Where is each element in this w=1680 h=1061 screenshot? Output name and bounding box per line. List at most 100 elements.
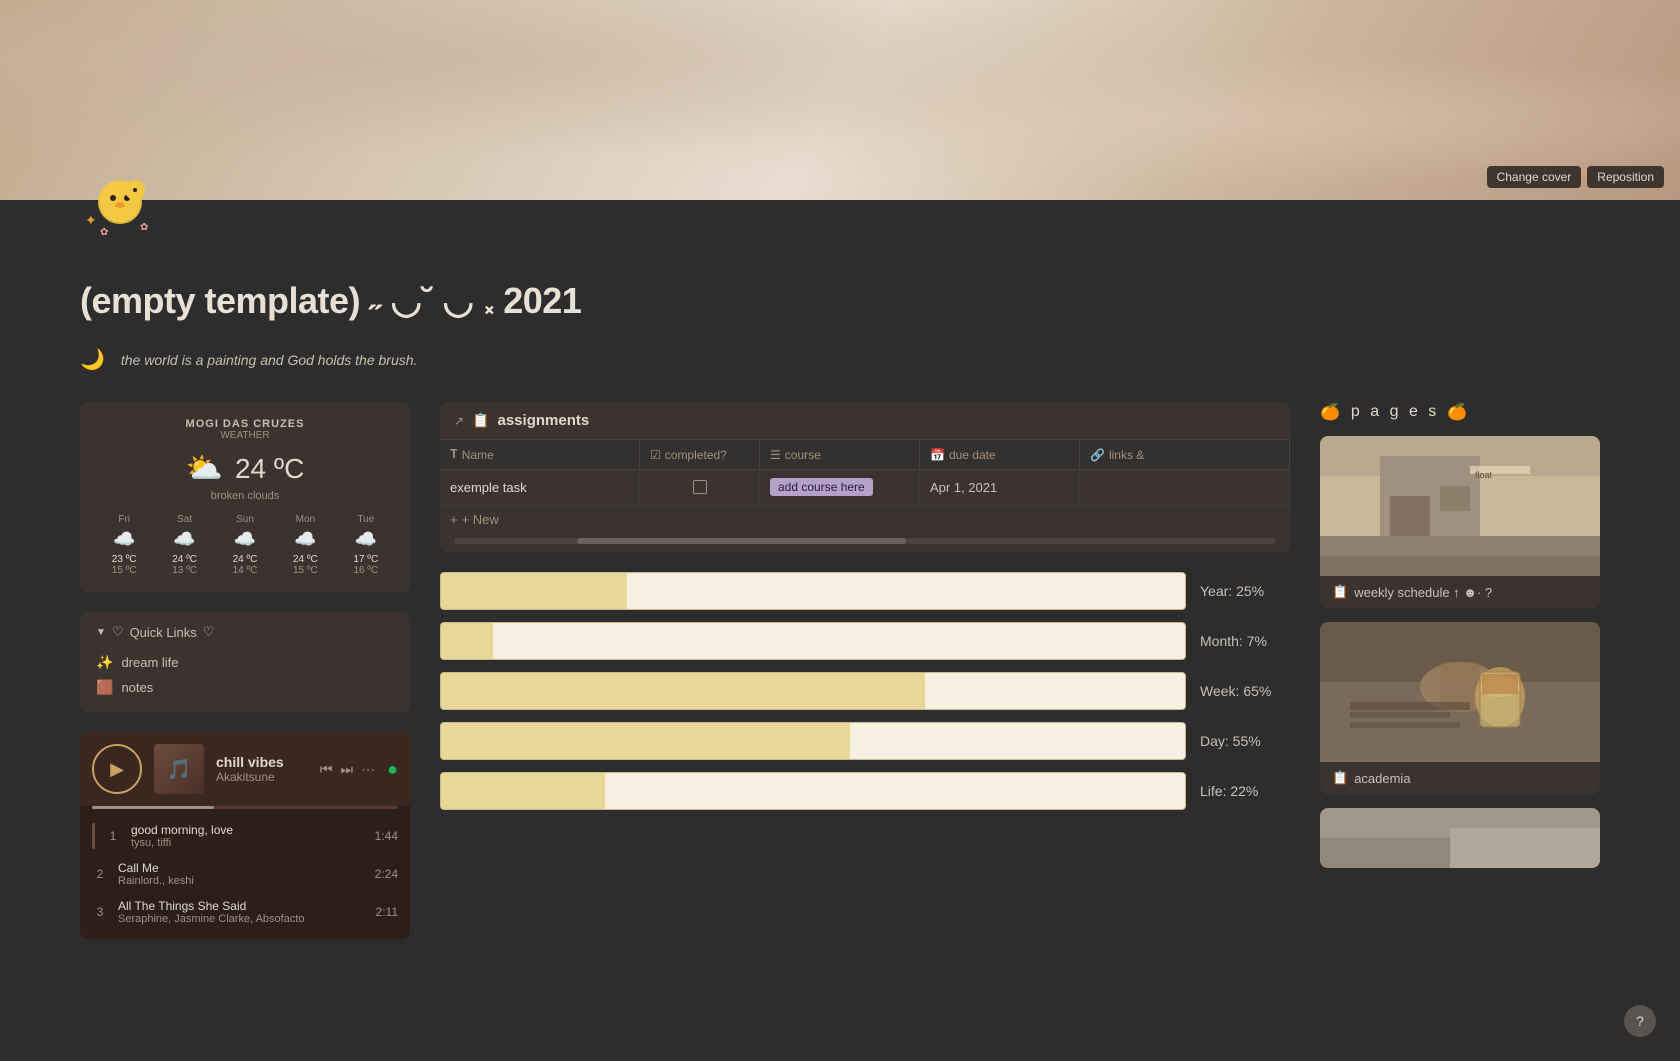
track-artist-3: Seraphine, Jasmine Clarke, Absofacto <box>118 913 366 925</box>
task-name-cell[interactable]: exemple task <box>440 470 640 504</box>
page-icon-area: ✦ ✿ ✿ <box>0 200 1680 260</box>
music-playlist-name: chill vibes <box>216 754 308 770</box>
task-checkbox[interactable] <box>693 480 707 494</box>
music-next-button[interactable]: ⏭ <box>341 761 354 778</box>
quick-links-heart-icon: ♡ <box>112 624 124 640</box>
track-artist-2: Rainlord., keshi <box>118 875 365 887</box>
table-scrollbar-thumb <box>577 538 906 544</box>
weather-label: WEATHER <box>96 430 394 441</box>
page-card-books[interactable]: 📋 academia <box>1320 622 1600 794</box>
track-row-2[interactable]: 2 Call Me Rainlord., keshi 2:24 <box>80 855 410 893</box>
progress-bar-week-bg <box>440 672 1186 710</box>
page-card-third-image <box>1320 808 1600 868</box>
track-duration-1: 1:44 <box>375 829 398 843</box>
page-card-cafe-text: weekly schedule ↑ ☻· ? <box>1354 585 1492 600</box>
forecast-tue: Tue ☁️ 17 ºC 16 ºC <box>338 514 394 576</box>
assignments-icon: 📋 <box>472 412 489 429</box>
page-card-cafe-label: 📋 weekly schedule ↑ ☻· ? <box>1320 576 1600 608</box>
weather-header: MOGI DAS CRUZES WEATHER <box>96 418 394 441</box>
music-header: ▶ 🎵 chill vibes Akakitsune ⏮ ⏭ ⋯ ● <box>80 732 410 806</box>
forecast-mon: Mon ☁️ 24 ºC 15 ºC <box>277 514 333 576</box>
notes-icon: 🟫 <box>96 679 113 696</box>
pages-header: 🍊 p a g e s 🍊 <box>1320 402 1600 422</box>
task-duedate-cell[interactable]: Apr 1, 2021 <box>920 470 1080 504</box>
quick-links-title: Quick Links <box>130 625 197 640</box>
progress-bar-year-fill <box>441 573 627 609</box>
help-button[interactable]: ? <box>1624 1005 1656 1037</box>
progress-row-week: Week: 65% <box>440 672 1290 710</box>
page-card-books-label: 📋 academia <box>1320 762 1600 794</box>
progress-row-year: Year: 25% <box>440 572 1290 610</box>
music-prev-button[interactable]: ⏮ <box>320 761 333 778</box>
track-name-3: All The Things She Said <box>118 899 366 913</box>
music-progress-bar[interactable] <box>92 806 398 809</box>
track-name-1: good morning, love <box>131 823 365 837</box>
progress-label-week: Week: 65% <box>1200 683 1290 699</box>
progress-bar-day-bg <box>440 722 1186 760</box>
quick-link-label-dream: dream life <box>121 655 178 670</box>
link-icon: 🔗 <box>1090 448 1105 462</box>
pages-icon-right: 🍊 <box>1447 402 1470 422</box>
music-share-button[interactable]: ⋯ <box>361 761 375 778</box>
track-duration-3: 2:11 <box>376 905 398 919</box>
calendar-icon: 📅 <box>930 448 945 462</box>
music-play-button[interactable]: ▶ <box>92 744 142 794</box>
quick-link-notes[interactable]: 🟫 notes <box>96 675 394 700</box>
right-column: 🍊 p a g e s 🍊 float <box>1320 402 1600 868</box>
track-row-1[interactable]: 1 good morning, love tysu, tiffi 1:44 <box>80 817 410 855</box>
task-completed-cell[interactable] <box>640 470 760 504</box>
weather-icon-large: ⛅ <box>186 451 223 486</box>
progress-bar-week-fill <box>441 673 925 709</box>
page-card-books-text: academia <box>1354 771 1410 786</box>
progress-bar-month-bg <box>440 622 1186 660</box>
new-task-button[interactable]: + + New <box>440 505 1290 534</box>
change-cover-button[interactable]: Change cover <box>1487 166 1582 188</box>
progress-label-month: Month: 7% <box>1200 633 1290 649</box>
assignments-section: ↗ 📋 assignments 𝐓 Name ☑ completed? ☰ <box>440 402 1290 552</box>
page-card-cafe[interactable]: float 📋 weekly schedule ↑ ☻· ? <box>1320 436 1600 608</box>
cover-image: Change cover Reposition <box>0 0 1680 200</box>
progress-label-life: Life: 22% <box>1200 783 1290 799</box>
page-quote: the world is a painting and God holds th… <box>121 352 418 368</box>
weather-forecast: Fri ☁️ 23 ºC 15 ºC Sat ☁️ 24 ºC 13 ºC Su… <box>96 514 394 576</box>
track-number-1: 1 <box>105 829 121 843</box>
quick-links-header[interactable]: ▼ ♡ Quick Links ♡ <box>96 624 394 640</box>
svg-text:✿: ✿ <box>100 227 108 238</box>
weather-widget: MOGI DAS CRUZES WEATHER ⛅ 24 ºC broken c… <box>80 402 410 592</box>
weather-main: ⛅ 24 ºC <box>96 451 394 486</box>
cover-buttons-group: Change cover Reposition <box>1487 166 1664 188</box>
page-content: (empty template) ˶ ◡˘ ◡ 𝅃 2021 🌙 the wor… <box>0 260 1680 979</box>
new-label: + New <box>462 512 499 527</box>
table-scrollbar[interactable] <box>454 538 1276 544</box>
page-card-cafe-icon: 📋 <box>1332 584 1348 600</box>
pages-title: p a g e s <box>1351 403 1439 421</box>
track-info-2: Call Me Rainlord., keshi <box>118 861 365 887</box>
track-row-3[interactable]: 3 All The Things She Said Seraphine, Jas… <box>80 893 410 931</box>
music-artist-name: Akakitsune <box>216 770 308 784</box>
page-card-books-image <box>1320 622 1600 762</box>
quick-link-dream-life[interactable]: ✨ dream life <box>96 650 394 675</box>
task-links-cell[interactable] <box>1080 470 1290 504</box>
col-header-name: 𝐓 Name <box>440 440 640 469</box>
col-header-duedate: 📅 due date <box>920 440 1080 469</box>
track-number-2: 2 <box>92 867 108 881</box>
track-number-3: 3 <box>92 905 108 919</box>
page-card-third[interactable] <box>1320 808 1600 868</box>
task-course-cell[interactable]: add course here <box>760 470 920 504</box>
track-name-2: Call Me <box>118 861 365 875</box>
progress-bar-year-bg <box>440 572 1186 610</box>
quick-links-arrow-icon: ▼ <box>96 627 106 638</box>
assignments-expand-icon[interactable]: ↗ <box>454 414 464 428</box>
course-tag[interactable]: add course here <box>770 478 873 496</box>
track-info-1: good morning, love tysu, tiffi <box>131 823 365 849</box>
col-header-links: 🔗 links & <box>1080 440 1290 469</box>
page-card-books-icon: 📋 <box>1332 770 1348 786</box>
plus-icon: + <box>450 512 458 527</box>
moon-icon: 🌙 <box>80 347 105 372</box>
reposition-button[interactable]: Reposition <box>1587 166 1664 188</box>
text-icon: 𝐓 <box>450 447 458 462</box>
assignments-header: ↗ 📋 assignments <box>440 402 1290 440</box>
music-player: ▶ 🎵 chill vibes Akakitsune ⏮ ⏭ ⋯ ● <box>80 732 410 939</box>
music-controls: ⏮ ⏭ ⋯ <box>320 761 375 778</box>
quick-links-widget: ▼ ♡ Quick Links ♡ ✨ dream life 🟫 notes <box>80 612 410 712</box>
